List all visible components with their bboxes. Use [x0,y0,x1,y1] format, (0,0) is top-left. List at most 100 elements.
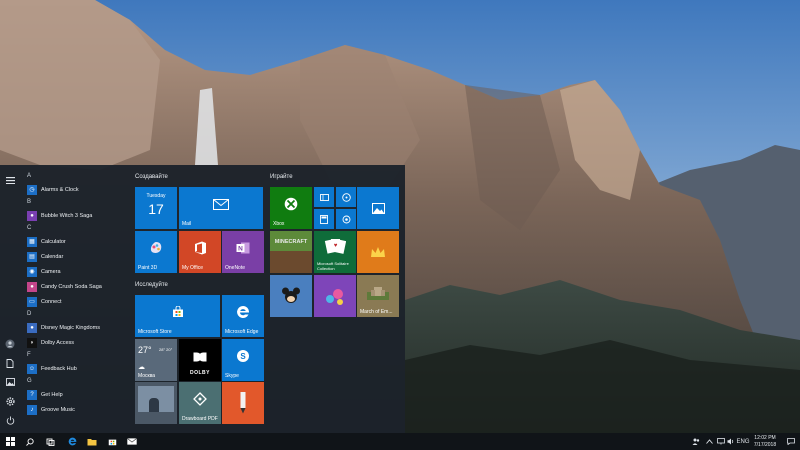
tile-my-office[interactable]: My Office [179,231,221,273]
tile-sketchbook[interactable] [222,382,264,424]
tile-label: My Office [182,265,204,271]
svg-text:S: S [240,352,246,361]
pictures-icon[interactable] [2,375,18,389]
tile-onenote[interactable]: N OneNote [222,231,264,273]
tile-label: Москва [138,373,156,379]
power-icon[interactable] [2,413,18,427]
weather-temp: 27° [138,345,152,355]
chevron-up-icon[interactable] [703,433,715,450]
calendar-icon: ▤ [27,251,37,262]
letter-header-a[interactable]: A [22,171,127,182]
list-item-bubble-witch[interactable]: ● Bubble Witch 3 Saga [22,208,127,223]
tile-news[interactable] [135,382,177,424]
pencil-icon [222,382,264,424]
store-icon [135,295,220,329]
tile-label: Skype [225,373,239,379]
disney-icon [270,275,312,317]
letter-header-c[interactable]: C [22,223,127,234]
tile-label: Mail [182,221,192,227]
group-label-explore[interactable]: Исследуйте [135,282,168,288]
tile-paint-3d[interactable]: Paint 3D [135,231,177,273]
tile-label: Paint 3D [138,265,158,271]
letter-header-f[interactable]: F [22,350,127,361]
volume-icon[interactable] [726,433,736,450]
tile-photos[interactable] [357,187,399,229]
tile-royal-revolt[interactable] [357,231,399,273]
tile-microsoft-edge[interactable]: Microsoft Edge [222,295,264,337]
tile-label: Microsoft Store [138,329,172,335]
tile-groove[interactable] [336,187,356,207]
list-item-disney[interactable]: ● Disney Magic Kingdoms [22,320,127,335]
tile-calendar[interactable]: Tuesday 17 [135,187,177,229]
list-item-groove-music[interactable]: ♪ Groove Music [22,402,127,417]
tile-mail[interactable]: Mail [179,187,263,229]
tile-microsoft-store[interactable]: Microsoft Store [135,295,220,337]
tile-movies[interactable] [314,187,334,207]
file-explorer-icon[interactable] [82,433,102,450]
notifications-icon[interactable] [785,433,797,450]
app-name: Calendar [41,253,64,260]
photos-icon [357,187,399,229]
tile-label: Microsoft Solitaire Collection [317,261,349,271]
dolby-icon: ◗ [27,337,37,348]
edge-icon[interactable] [62,433,82,450]
clock[interactable]: 12:02 PM 7/17/2018 [748,435,782,448]
app-name: Feedback Hub [41,365,77,372]
letter-header-b[interactable]: B [22,197,127,208]
tile-dolby[interactable]: DOLBY [179,339,221,381]
tile-minecraft[interactable]: MINECRAFT [270,231,312,273]
list-item-connect[interactable]: ▭ Connect [22,294,127,309]
list-item-get-help[interactable]: ? Get Help [22,387,127,402]
group-label-play[interactable]: Играйте [270,174,293,180]
tile-maps[interactable] [336,209,356,229]
store-icon[interactable] [102,433,122,450]
app-name: Alarms & Clock [41,186,79,193]
news-figure [149,398,159,412]
list-item-alarms-clock[interactable]: ◷ Alarms & Clock [22,182,127,197]
crown-icon [357,231,399,273]
letter-header-d[interactable]: D [22,309,127,320]
windows-logo-icon[interactable] [0,433,20,450]
tile-xbox[interactable]: Xbox [270,187,312,229]
list-item-calculator[interactable]: ▦ Calculator [22,234,127,249]
hamburger-icon[interactable] [2,173,18,187]
tile-drawboard-pdf[interactable]: Drawboard PDF [179,382,221,424]
tile-calculator[interactable] [314,209,334,229]
cards-icon: ♥ [314,231,356,261]
mail-icon[interactable] [122,433,142,450]
documents-icon[interactable] [2,356,18,370]
task-view-icon[interactable] [40,433,60,450]
game-icon: ● [27,281,37,292]
game-icon [314,275,356,317]
tile-weather[interactable]: 27° 28° 20° ☁ Москва [135,339,177,381]
paint-3d-icon [135,231,177,265]
tile-skype[interactable]: S Skype [222,339,264,381]
tile-march-of-empires[interactable]: March of Em... [357,275,399,317]
tile-disney[interactable] [270,275,312,317]
camera-icon: ◉ [27,266,37,277]
tile-label: DOLBY [190,370,210,376]
tile-bubble-witch[interactable] [314,275,356,317]
list-item-dolby-access[interactable]: ◗ Dolby Access [22,335,127,350]
people-icon[interactable] [690,433,702,450]
clock-date: 7/17/2018 [753,441,777,448]
list-item-calendar[interactable]: ▤ Calendar [22,249,127,264]
tile-label: OneNote [225,265,246,271]
settings-icon[interactable] [2,394,18,408]
tile-solitaire[interactable]: ♥ Microsoft Solitaire Collection [314,231,356,273]
app-name: Bubble Witch 3 Saga [41,212,93,219]
search-icon[interactable] [20,433,40,450]
group-label-create[interactable]: Создавайте [135,174,168,180]
calendar-day: Tuesday [146,193,166,199]
onenote-icon: N [222,231,264,265]
list-item-camera[interactable]: ◉ Camera [22,264,127,279]
list-item-candy-crush[interactable]: ● Candy Crush Soda Saga [22,279,127,294]
user-icon[interactable] [2,337,18,351]
app-name: Connect [41,298,62,305]
taskbar: ENG 12:02 PM 7/17/2018 [0,433,800,450]
list-item-feedback-hub[interactable]: ☺ Feedback Hub [22,361,127,376]
mail-icon [179,187,263,221]
network-icon[interactable] [715,433,726,450]
film-icon [314,187,334,207]
letter-header-g[interactable]: G [22,376,127,387]
